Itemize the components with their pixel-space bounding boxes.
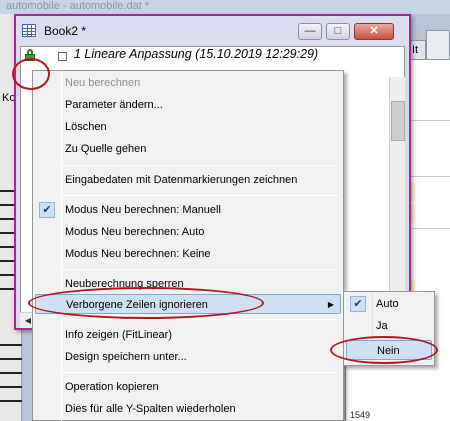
maximize-button[interactable]: □ [326,23,350,40]
menu-item-fuer-alle-y-spalten[interactable]: Dies für alle Y-Spalten wiederholen [35,399,341,419]
background-sheet-tab[interactable] [426,30,450,60]
background-row-line [0,400,22,402]
menu-item-design-speichern[interactable]: Design speichern unter... [35,347,341,367]
menu-item-label: Zu Quelle gehen [65,143,147,155]
menu-item-label: Info zeigen (FitLinear) [65,329,172,341]
menu-item-info-zeigen[interactable]: Info zeigen (FitLinear) [35,325,341,345]
close-button[interactable]: ✕ [354,23,394,40]
submenu-item-auto[interactable]: ✔ Auto [346,294,432,314]
menu-item-label: Parameter ändern... [65,99,163,111]
submenu-item-label: Ja [376,320,388,332]
background-window-title: automobile - automobile.dat * [0,0,450,14]
background-row-line [0,358,22,360]
menu-item-label: Dies für alle Y-Spalten wiederholen [65,403,236,415]
submenu-arrow-icon: ▶ [327,300,334,309]
vertical-scroll-thumb[interactable] [391,101,405,141]
menu-separator [63,165,339,166]
menu-item-eingabedaten-zeichnen[interactable]: Eingabedaten mit Datenmarkierungen zeich… [35,170,341,190]
annotation-ellipse-nein [330,336,438,364]
background-row-line [0,344,22,346]
menu-separator [63,195,339,196]
book2-title: Book2 * [44,24,87,38]
menu-item-modus-auto[interactable]: Modus Neu berechnen: Auto [35,222,341,242]
context-menu: Neu berechnen Parameter ändern... Lösche… [32,70,344,421]
menu-item-label: Modus Neu berechnen: Auto [65,226,205,238]
checkmark-icon: ✔ [350,296,366,312]
collapse-toggle[interactable] [58,52,67,61]
menu-item-label: Modus Neu berechnen: Manuell [65,204,221,216]
annotation-ellipse-lock [12,58,50,90]
menu-separator [63,372,339,373]
menu-item-parameter-aendern[interactable]: Parameter ändern... [35,95,341,115]
background-row-line [0,386,22,388]
checkmark-icon: ✔ [39,202,55,218]
menu-item-label: Design speichern unter... [65,351,187,363]
menu-item-label: Neu berechnen [65,77,141,89]
menu-item-label: Modus Neu berechnen: Keine [65,248,211,260]
menu-item-modus-keine[interactable]: Modus Neu berechnen: Keine [35,244,341,264]
menu-item-label: Eingabedaten mit Datenmarkierungen zeich… [65,174,298,186]
menu-item-zu-quelle-gehen[interactable]: Zu Quelle gehen [35,139,341,159]
menu-separator [63,319,339,320]
menu-separator [63,269,339,270]
report-heading: 1 Lineare Anpassung (15.10.2019 12:29:29… [74,47,319,61]
book2-titlebar[interactable]: Book2 * — □ ✕ [16,16,409,46]
menu-item-modus-manuell[interactable]: ✔ Modus Neu berechnen: Manuell [35,200,341,220]
workbook-icon [22,24,36,37]
submenu-item-ja[interactable]: Ja [346,316,432,336]
background-row-line [0,372,22,374]
menu-item-label: Operation kopieren [65,381,159,393]
report-text-line: 1549 [350,410,371,420]
menu-item-label: Löschen [65,121,107,133]
minimize-button[interactable]: — [298,23,322,40]
annotation-ellipse-menu-item [28,287,264,319]
menu-item-loeschen[interactable]: Löschen [35,117,341,137]
menu-item-operation-kopieren[interactable]: Operation kopieren [35,377,341,397]
submenu-item-label: Auto [376,298,399,310]
menu-item-neu-berechnen[interactable]: Neu berechnen [35,73,341,93]
